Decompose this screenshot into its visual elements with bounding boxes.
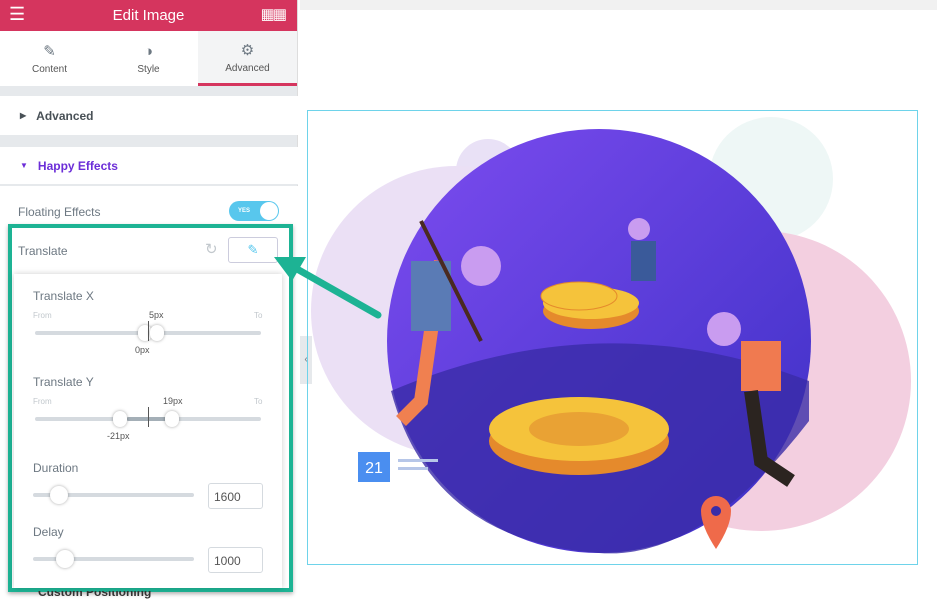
reset-icon[interactable]: ↻ xyxy=(205,240,218,258)
translate-y-label: Translate Y xyxy=(33,375,94,389)
image-widget[interactable]: 21 xyxy=(307,110,918,565)
tab-content[interactable]: ✎ Content xyxy=(0,31,99,86)
delay-handle[interactable] xyxy=(56,550,74,568)
duration-input[interactable]: 1600 xyxy=(208,483,263,509)
contrast-icon: ◑ xyxy=(143,42,154,60)
translate-x-to-handle[interactable] xyxy=(150,325,164,341)
floating-effects-toggle[interactable]: YES xyxy=(229,201,279,221)
section-happy-effects[interactable]: ▼ Happy Effects xyxy=(0,147,298,185)
translate-x-upper-value: 5px xyxy=(149,310,164,320)
tab-advanced[interactable]: ⚙ Advanced xyxy=(198,31,297,86)
translate-popover: Translate X From To 5px 0px Translate Y … xyxy=(14,274,282,588)
delay-label: Delay xyxy=(33,525,64,539)
duration-handle[interactable] xyxy=(50,486,68,504)
callout-arrow xyxy=(274,257,382,319)
translate-y-upper-value: 19px xyxy=(163,396,183,406)
duration-label: Duration xyxy=(33,461,79,475)
calendar-day: 21 xyxy=(365,460,383,477)
hamburger-icon[interactable]: ☰ xyxy=(9,4,25,25)
tab-label: Advanced xyxy=(225,62,270,74)
translate-y-lower-value: -21px xyxy=(107,431,130,441)
translate-x-label: Translate X xyxy=(33,289,94,303)
translate-x-lower-value: 0px xyxy=(135,345,150,355)
gear-icon: ⚙ xyxy=(240,41,255,59)
grid-icon[interactable]: ▦▦ xyxy=(261,5,287,23)
center-tick xyxy=(148,407,149,427)
caret-down-icon: ▼ xyxy=(20,161,28,170)
center-tick xyxy=(148,321,149,341)
from-label: From xyxy=(33,397,52,406)
caret-right-icon: ▶ xyxy=(20,111,27,120)
mining-illustration: 21 xyxy=(311,117,911,554)
panel-title: Edit Image xyxy=(112,7,185,24)
section-title: Advanced xyxy=(36,108,94,123)
tab-label: Content xyxy=(31,64,68,75)
to-label: To xyxy=(254,397,263,406)
translate-y-to-handle[interactable] xyxy=(165,411,179,427)
section-advanced[interactable]: ▶ Advanced xyxy=(0,96,298,135)
toggle-label: YES xyxy=(238,208,251,214)
translate-label: Translate xyxy=(18,244,68,258)
section-title: Happy Effects xyxy=(37,158,118,173)
delay-input[interactable]: 1000 xyxy=(208,547,263,573)
floating-effects-label: Floating Effects xyxy=(18,205,101,219)
tab-label: Style xyxy=(137,63,160,75)
panel-header: ☰ Edit Image ▦▦ xyxy=(0,0,297,31)
tab-style[interactable]: ◑ Style xyxy=(99,31,198,86)
pencil-icon: ✎ xyxy=(43,43,56,60)
from-label: From xyxy=(33,311,52,320)
translate-y-from-handle[interactable] xyxy=(113,411,127,427)
pencil-icon: ✎ xyxy=(247,242,259,257)
canvas-top-bar xyxy=(300,0,937,10)
